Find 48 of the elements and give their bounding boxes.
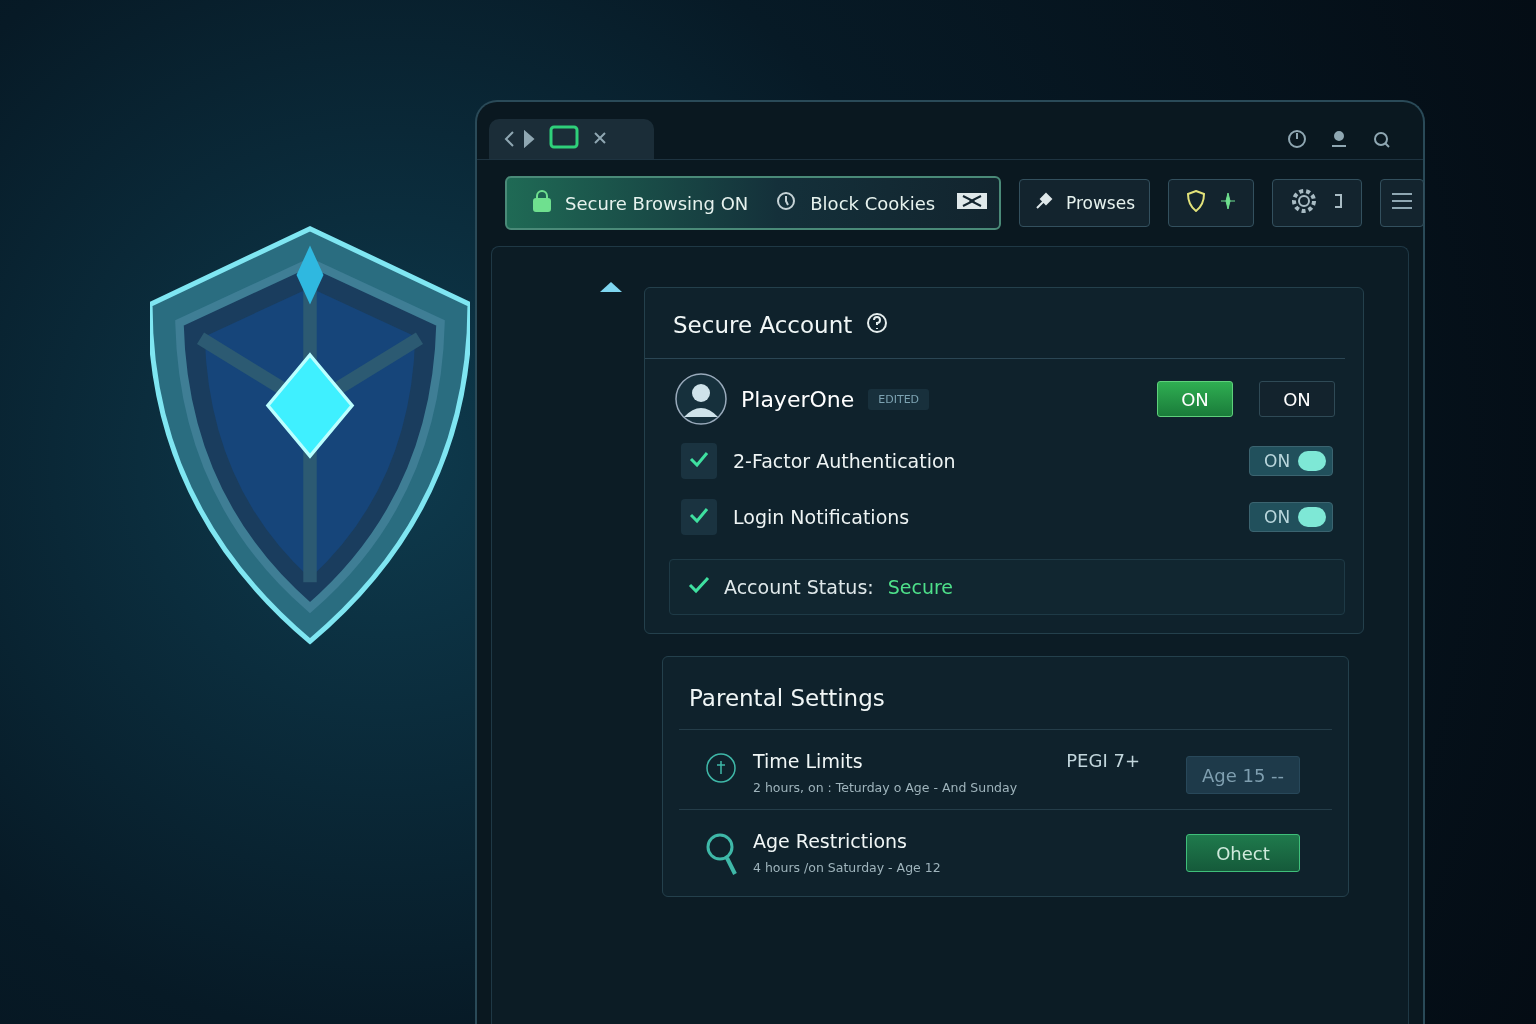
shield-icon bbox=[1187, 190, 1206, 212]
settings-button[interactable] bbox=[1272, 179, 1363, 227]
setting-detail: 4 hours /on Saturday - Age 12 bbox=[753, 860, 942, 875]
bracket-icon bbox=[1333, 193, 1344, 209]
rating-label: PEGI 7+ bbox=[1066, 750, 1140, 771]
checkbox[interactable] bbox=[681, 443, 717, 479]
setting-title: Time Limits bbox=[753, 750, 864, 772]
help-icon bbox=[866, 312, 889, 334]
check-icon bbox=[688, 576, 710, 594]
sparkle-icon bbox=[1221, 193, 1236, 209]
toolbar-button[interactable]: Prowses bbox=[1019, 179, 1151, 227]
menu-icon bbox=[1391, 192, 1414, 210]
close-icon bbox=[593, 130, 607, 145]
status-label: Account Status: bbox=[724, 576, 874, 598]
shield-button[interactable] bbox=[1168, 179, 1255, 227]
toggle-switch[interactable]: ON bbox=[1249, 502, 1333, 532]
action-button[interactable]: Ohect bbox=[1186, 834, 1300, 872]
card-title: Secure Account bbox=[673, 312, 853, 338]
secure-browsing-label: Secure Browsing ON bbox=[565, 192, 749, 214]
square-icon bbox=[549, 125, 579, 149]
forward-icon bbox=[523, 130, 535, 148]
setting-label: 2-Factor Authentication bbox=[733, 450, 957, 472]
lock-icon bbox=[533, 190, 551, 212]
back-icon bbox=[503, 130, 515, 148]
power-icon bbox=[1287, 129, 1307, 149]
edited-badge: EDITED bbox=[868, 388, 930, 410]
avatar-icon bbox=[675, 373, 727, 425]
status-value: Secure bbox=[887, 576, 954, 598]
caret-up-icon bbox=[600, 282, 622, 292]
secure-browsing-bar[interactable]: Secure Browsing ON Block Cookies bbox=[505, 176, 1001, 230]
checkbox[interactable] bbox=[681, 499, 717, 535]
check-icon bbox=[689, 506, 709, 524]
block-cookies-label: Block Cookies bbox=[810, 192, 936, 214]
setting-title: Age Restrictions bbox=[753, 830, 908, 852]
setting-detail: 2 hours, on : Teturday o Age - And Sunday bbox=[753, 780, 1019, 795]
search-icon bbox=[705, 832, 737, 878]
menu-button[interactable] bbox=[1380, 179, 1425, 227]
clock-icon bbox=[776, 191, 797, 211]
user-icon bbox=[1329, 129, 1349, 149]
on-button[interactable]: ON bbox=[1157, 381, 1233, 417]
check-icon bbox=[689, 450, 709, 468]
tool-icon bbox=[1034, 191, 1054, 211]
browser-tab[interactable] bbox=[489, 119, 654, 159]
username: PlayerOne bbox=[741, 386, 855, 412]
setting-label: Login Notifications bbox=[733, 506, 911, 528]
toggle-switch[interactable]: ON bbox=[1249, 446, 1333, 476]
card-title: Parental Settings bbox=[689, 685, 886, 711]
on-button[interactable]: ON bbox=[1259, 381, 1335, 417]
